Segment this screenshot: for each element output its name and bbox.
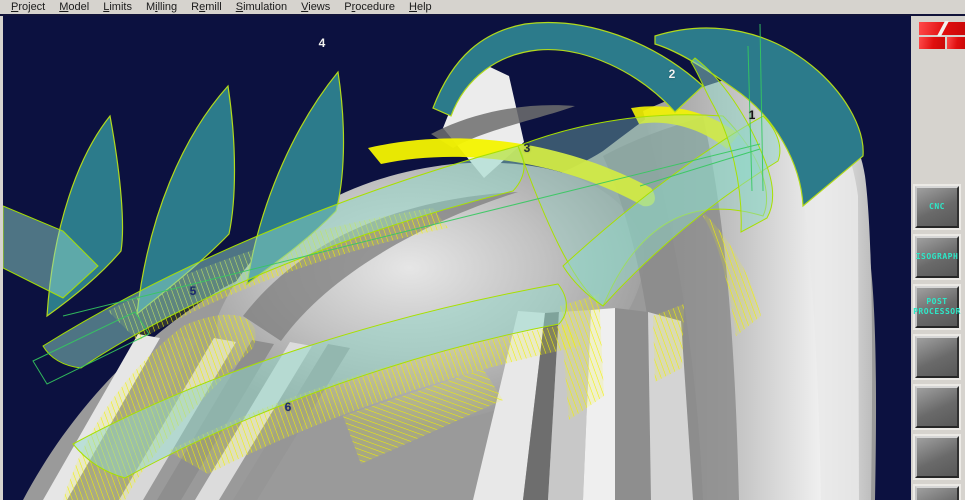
- logo-bar-bottom-right: [947, 37, 965, 49]
- menu-milling[interactable]: Milling: [139, 1, 184, 13]
- toolpath-label-6: 6: [285, 400, 292, 414]
- menu-model[interactable]: Model: [52, 1, 96, 13]
- isograph-button[interactable]: ISOGRAPH: [915, 236, 959, 278]
- menu-procedure[interactable]: Procedure: [337, 1, 402, 13]
- menu-simulation[interactable]: Simulation: [229, 1, 294, 13]
- menu-help[interactable]: Help: [402, 1, 439, 13]
- post-processor-button[interactable]: POST PROCESSOR: [915, 286, 959, 328]
- menu-remill[interactable]: Remill: [184, 1, 229, 13]
- toolpath-label-3: 3: [524, 141, 531, 155]
- blank-button-4[interactable]: [915, 486, 959, 500]
- menu-project[interactable]: Project: [4, 1, 52, 13]
- menu-bar: Project Model Limits Milling Remill Simu…: [0, 0, 965, 14]
- viewport-panel-gap: [903, 16, 911, 500]
- side-panel: CNC ISOGRAPH POST PROCESSOR: [911, 16, 965, 500]
- scene-canvas: [3, 16, 903, 500]
- toolpath-label-2: 2: [669, 67, 676, 81]
- toolpath-label-5: 5: [190, 284, 197, 298]
- menu-limits[interactable]: Limits: [96, 1, 139, 13]
- blank-button-3[interactable]: [915, 436, 959, 478]
- blank-button-2[interactable]: [915, 386, 959, 428]
- toolpath-label-1: 1: [749, 108, 756, 122]
- app-logo: [919, 22, 965, 49]
- toolpath-label-4: 4: [319, 36, 326, 50]
- cad-viewport[interactable]: 1 2 3 4 5 6: [3, 16, 903, 500]
- blank-button-1[interactable]: [915, 336, 959, 378]
- logo-bar-bottom-left: [919, 37, 945, 49]
- application-window: { "menu": { "items": [ {"pre": "", "key"…: [0, 0, 965, 500]
- menu-separator: [0, 14, 965, 16]
- menu-views[interactable]: Views: [294, 1, 337, 13]
- cnc-button[interactable]: CNC: [915, 186, 959, 228]
